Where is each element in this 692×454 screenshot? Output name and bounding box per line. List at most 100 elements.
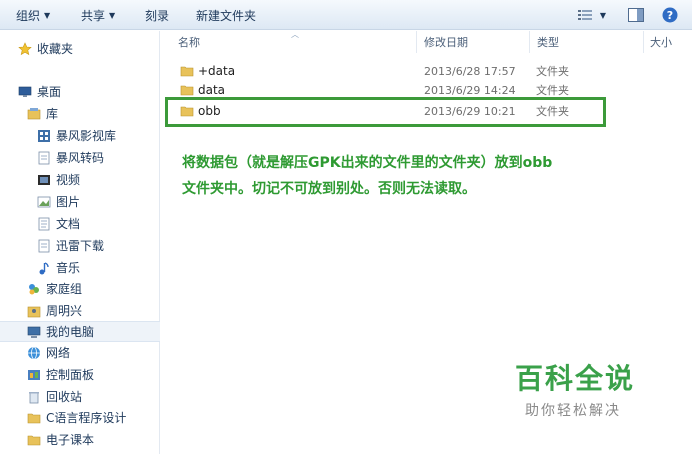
control-panel-icon (27, 368, 41, 382)
command-bar: 组织 ▼ 共享 ▼ 刻录 新建文件夹 ▼ ? (0, 0, 692, 30)
details-view-icon (577, 10, 592, 20)
organize-label: 组织 (16, 9, 41, 23)
folder-icon (180, 85, 194, 96)
nav-documents[interactable]: 文档 (0, 213, 160, 234)
new-folder-label: 新建文件夹 (196, 9, 257, 23)
nav-favorites[interactable]: 收藏夹 (0, 38, 160, 59)
nav-label: 收藏夹 (37, 42, 74, 56)
nav-label: 库 (46, 107, 59, 121)
nav-label: 视频 (56, 173, 81, 187)
document-icon (37, 151, 51, 165)
nav-label: 控制面板 (46, 368, 95, 382)
network-icon (27, 346, 41, 360)
annotation-line: 将数据包（就是解压GPK出来的文件里的文件夹）放到obb (182, 155, 553, 171)
column-date-label: 修改日期 (424, 36, 468, 49)
nav-label: 回收站 (46, 390, 83, 404)
document-icon (37, 217, 51, 231)
nav-label: 桌面 (37, 85, 62, 99)
nav-label: 我的电脑 (46, 325, 95, 339)
new-folder-button[interactable]: 新建文件夹 (196, 7, 256, 24)
nav-c-programming-folder[interactable]: C语言程序设计 (0, 407, 160, 428)
nav-label: 电子课本 (46, 433, 95, 447)
folder-icon (27, 433, 41, 447)
nav-label: C语言程序设计 (46, 411, 127, 425)
video-icon (37, 173, 51, 187)
share-label: 共享 (81, 9, 106, 23)
help-button[interactable]: ? (660, 5, 680, 25)
preview-pane-button[interactable] (626, 5, 646, 25)
file-row[interactable]: +data 2013/6/28 17:57 文件夹 (172, 61, 592, 81)
file-type: 文件夹 (536, 65, 569, 78)
annotation-text: 将数据包（就是解压GPK出来的文件里的文件夹）放到obb 文件夹中。切记不可放到… (182, 150, 602, 202)
recycle-bin-icon (27, 390, 41, 404)
nav-libraries[interactable]: 库 (0, 103, 160, 124)
chevron-down-icon: ▼ (44, 11, 51, 20)
nav-pictures[interactable]: 图片 (0, 191, 160, 212)
nav-video-library[interactable]: 暴风影视库 (0, 125, 160, 146)
homegroup-icon (27, 282, 41, 296)
file-type: 文件夹 (536, 84, 569, 97)
folder-icon (180, 66, 194, 77)
annotation-line: 文件夹中。切记不可放到别处。否则无法读取。 (182, 181, 476, 197)
nav-label: 迅雷下载 (56, 239, 105, 253)
nav-user-folder[interactable]: 周明兴 (0, 300, 160, 321)
nav-control-panel[interactable]: 控制面板 (0, 364, 160, 385)
nav-desktop[interactable]: 桌面 (0, 81, 160, 102)
user-folder-icon (27, 304, 41, 318)
desktop-icon (18, 85, 32, 99)
nav-label: 文档 (56, 217, 81, 231)
view-options-button[interactable]: ▼ (574, 5, 610, 25)
library-icon (27, 107, 41, 121)
preview-pane-icon (628, 8, 644, 22)
file-name: data (198, 83, 226, 97)
organize-button[interactable]: 组织 ▼ (16, 7, 50, 24)
highlight-box (165, 97, 606, 127)
nav-transcode[interactable]: 暴风转码 (0, 147, 160, 168)
watermark-logo: 百科全说 助你轻松解决 (497, 347, 667, 429)
watermark-subtitle: 助你轻松解决 (525, 403, 621, 419)
share-button[interactable]: 共享 ▼ (81, 7, 115, 24)
nav-label: 音乐 (56, 261, 81, 275)
nav-label: 暴风影视库 (56, 129, 117, 143)
folder-icon (27, 411, 41, 425)
music-icon (37, 261, 51, 275)
nav-ebooks-folder[interactable]: 电子课本 (0, 429, 160, 450)
column-name-label: 名称 (178, 36, 200, 49)
nav-thunder-downloads[interactable]: 迅雷下载 (0, 235, 160, 256)
computer-icon (27, 325, 41, 339)
column-type-label: 类型 (537, 36, 559, 49)
column-divider[interactable] (529, 31, 530, 53)
watermark-title: 百科全说 (515, 362, 636, 395)
nav-videos[interactable]: 视频 (0, 169, 160, 190)
svg-text:?: ? (667, 9, 673, 22)
nav-homegroup[interactable]: 家庭组 (0, 278, 160, 299)
navigation-pane: 收藏夹 桌面 库 暴风影视库 暴风转码 视频 图片 文档 迅雷下载 音乐 家庭组… (0, 31, 160, 454)
nav-recycle-bin[interactable]: 回收站 (0, 386, 160, 407)
chevron-down-icon: ▼ (109, 11, 116, 20)
nav-computer[interactable]: 我的电脑 (0, 321, 160, 342)
nav-label: 网络 (46, 346, 71, 360)
file-name: +data (198, 64, 236, 78)
nav-label: 家庭组 (46, 282, 83, 296)
nav-label: 周明兴 (46, 304, 83, 318)
column-size-label: 大小 (650, 36, 672, 49)
document-icon (37, 239, 51, 253)
nav-music[interactable]: 音乐 (0, 257, 160, 278)
video-library-icon (37, 129, 51, 143)
file-date: 2013/6/29 14:24 (424, 83, 516, 97)
column-header-size[interactable]: 大小 (650, 31, 692, 53)
column-divider[interactable] (416, 31, 417, 53)
nav-label: 图片 (56, 195, 81, 209)
burn-label: 刻录 (145, 9, 170, 23)
column-divider[interactable] (643, 31, 644, 53)
column-header-type[interactable]: 类型 (537, 31, 641, 53)
file-date: 2013/6/28 17:57 (424, 64, 516, 78)
burn-button[interactable]: 刻录 (145, 7, 169, 24)
star-icon (18, 41, 32, 56)
nav-label: 暴风转码 (56, 151, 105, 165)
chevron-down-icon: ▼ (599, 10, 607, 20)
nav-network[interactable]: 网络 (0, 342, 160, 363)
picture-icon (37, 195, 51, 209)
column-header-date[interactable]: 修改日期 (424, 31, 528, 53)
sort-ascending-icon: ︿ (291, 30, 299, 39)
